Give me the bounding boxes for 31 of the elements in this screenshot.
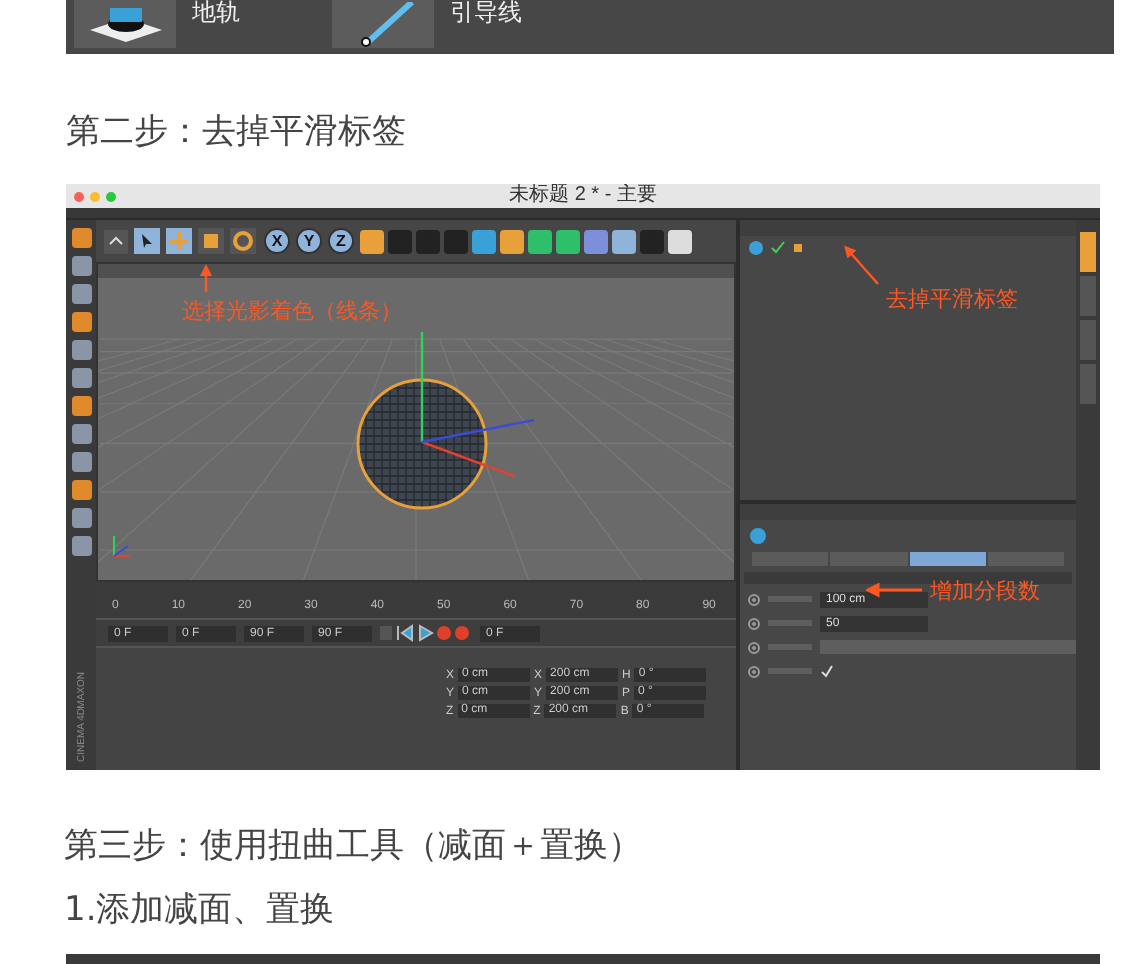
annotation-arrow xyxy=(198,264,214,294)
step-subheading: 1.添加减面、置换 xyxy=(64,888,337,932)
playback-controls-drawing[interactable] xyxy=(380,624,472,642)
axis-toggle[interactable]: X xyxy=(264,228,290,254)
undo-icon[interactable] xyxy=(104,229,128,253)
annotation-arrow xyxy=(842,244,882,288)
check-icon[interactable] xyxy=(770,240,786,256)
tool-label: 引导线 xyxy=(450,0,522,24)
annotation-arrow xyxy=(866,582,926,598)
step-heading: 第三步：使用扭曲工具（减面＋置换） xyxy=(64,824,644,868)
close-button[interactable] xyxy=(74,191,84,201)
keyframe-icon[interactable] xyxy=(748,665,760,677)
annotation-label: 增加分段数 xyxy=(930,576,1040,606)
world-axis-icon xyxy=(110,532,134,560)
zoom-button[interactable] xyxy=(106,191,116,201)
sphere-drawing[interactable] xyxy=(354,376,490,512)
tool-label: 地轨 xyxy=(192,0,240,24)
tool-tile[interactable] xyxy=(74,0,176,48)
tool-tile[interactable] xyxy=(332,0,434,48)
axis-toggle[interactable]: Y xyxy=(296,228,322,254)
sphere-object-icon[interactable] xyxy=(748,240,764,256)
toolbar-icons-drawing[interactable] xyxy=(360,227,696,255)
sphere-object-icon xyxy=(748,526,768,546)
step-heading: 第二步：去掉平滑标签 xyxy=(66,110,408,154)
keyframe-icon[interactable] xyxy=(748,641,760,653)
annotation-label: 去掉平滑标签 xyxy=(886,284,1018,314)
annotation-label: 选择光影着色（线条） xyxy=(182,296,402,326)
axis-toggle[interactable]: Z xyxy=(328,228,354,254)
checkbox[interactable] xyxy=(820,664,834,678)
transform-tools-drawing[interactable] xyxy=(134,228,258,254)
tag-icon[interactable] xyxy=(792,242,804,254)
